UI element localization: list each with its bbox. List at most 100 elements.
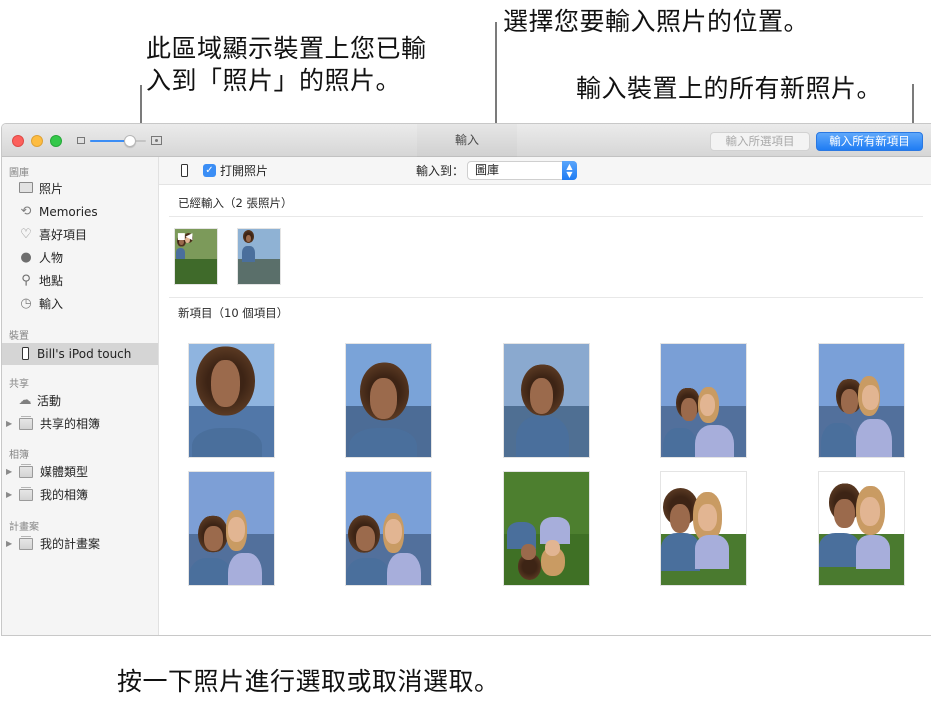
photo-figure-tshirt: [228, 553, 263, 585]
photo-figure-face: [834, 499, 855, 529]
photo-figure-jacket: [349, 427, 418, 457]
photo-figure-face: [529, 377, 554, 415]
sidebar-item-imports[interactable]: ◷ 輸入: [2, 293, 158, 315]
photo-figure-jacket: [242, 245, 255, 262]
open-photos-checkbox[interactable]: ✓: [203, 164, 216, 177]
chevron-updown-icon: ▲ ▼: [562, 161, 577, 180]
sidebar-item-my-albums[interactable]: ▶ 我的相簿: [2, 484, 158, 506]
photo-figure-face: [681, 398, 697, 421]
sidebar-item-label: 我的相簿: [40, 488, 89, 502]
import-selected-button[interactable]: 輸入所選項目: [710, 132, 810, 151]
photo-figure-jacket: [176, 247, 186, 259]
callout-import-destination: 選擇您要輸入照片的位置。: [503, 7, 810, 36]
sidebar-item-media-types[interactable]: ▶ 媒體類型: [2, 461, 158, 483]
photo-figure-jacket: [515, 416, 569, 457]
minimize-button[interactable]: [31, 135, 43, 147]
sidebar-item-label: 地點: [39, 274, 64, 288]
photo-ground: [238, 259, 280, 284]
sidebar-item-photos[interactable]: 照片: [2, 178, 158, 200]
disclosure-triangle-icon[interactable]: ▶: [6, 413, 12, 435]
disclosure-triangle-icon[interactable]: ▶: [6, 461, 12, 483]
import-destination-select[interactable]: 圖庫 ▲ ▼: [467, 161, 577, 180]
fullscreen-button[interactable]: [50, 135, 62, 147]
album-icon: [19, 464, 33, 478]
photo-figure-face: [211, 359, 240, 408]
open-photos-label[interactable]: 打開照片: [220, 157, 268, 185]
photo-thumbnail-two-girls-lying-smile[interactable]: [818, 471, 905, 586]
photo-figure-jacket: [819, 533, 860, 567]
sidebar-item-label: 喜好項目: [39, 228, 88, 242]
sidebar-item-ipod[interactable]: Bill's iPod touch: [2, 343, 158, 365]
callout-click-photos: 按一下照片進行選取或取消選取。: [117, 667, 500, 696]
sidebar-item-label: Bill's iPod touch: [37, 347, 132, 361]
photo-figure-jacket: [662, 427, 697, 457]
photo-thumbnail-two-girls-peace-sign[interactable]: [345, 471, 432, 586]
photo-thumbnail-girl-by-sea[interactable]: [237, 228, 281, 285]
sidebar-item-label: 人物: [39, 251, 64, 265]
photo-thumbnail-two-girls-lying-overhead[interactable]: [503, 471, 590, 586]
section-divider: [169, 216, 923, 217]
photo-figure-face: [841, 389, 859, 415]
person-icon: ●: [20, 250, 32, 265]
close-button[interactable]: [12, 135, 24, 147]
photo-figure-face: [356, 526, 375, 552]
photo-thumbnail-girl-looking-up[interactable]: [188, 343, 275, 458]
device-icon: [181, 164, 188, 177]
sidebar-item-activity[interactable]: ☁ 活動: [2, 390, 158, 412]
photo-figure-face2: [859, 496, 881, 527]
sidebar-item-label: 媒體類型: [40, 465, 89, 479]
photo-figure-face: [669, 503, 690, 533]
cloud-icon: ☁: [18, 393, 32, 408]
photo-figure-face: [204, 526, 223, 552]
photo-figure-jacket: [346, 557, 391, 585]
sidebar-item-my-projects[interactable]: ▶ 我的計畫案: [2, 533, 158, 555]
photo-figure-face: [521, 544, 537, 561]
photo-figure-face2: [385, 519, 403, 545]
photo-thumbnail-girl-smiling-sea[interactable]: [503, 343, 590, 458]
thumbnail-size-slider[interactable]: [90, 135, 146, 147]
sidebar-item-label: 我的計畫案: [40, 537, 101, 551]
photo-figure-tshirt: [386, 553, 421, 585]
photo-thumbnail-girl-flowers-on-eyes[interactable]: [345, 343, 432, 458]
photo-thumbnail-two-girls-flower-mouth[interactable]: [660, 471, 747, 586]
photos-import-window: 輸入 輸入所選項目 輸入所有新項目 圖庫 照片 ⟲ Memories ♡ 喜好項…: [1, 123, 931, 636]
sidebar: 圖庫 照片 ⟲ Memories ♡ 喜好項目 ● 人物 ⚲ 地點 ◷ 輸入 裝…: [2, 157, 159, 635]
photo-figure-tshirt: [695, 425, 735, 457]
section-divider: [169, 297, 923, 298]
photo-thumbnail-two-girls-selfie[interactable]: [188, 471, 275, 586]
clock-icon: ◷: [20, 296, 32, 311]
sidebar-item-favorites[interactable]: ♡ 喜好項目: [2, 224, 158, 246]
video-camera-icon: ■◀: [177, 232, 193, 242]
sidebar-item-people[interactable]: ● 人物: [2, 247, 158, 269]
photo-figure-jacket: [189, 557, 232, 585]
import-all-new-button[interactable]: 輸入所有新項目: [816, 132, 923, 151]
sidebar-item-label: 照片: [39, 182, 64, 196]
import-destination-value: 圖庫: [475, 163, 500, 177]
sidebar-item-memories[interactable]: ⟲ Memories: [2, 201, 158, 223]
photo-thumbnail-two-girls-sunglasses-kiss[interactable]: [660, 343, 747, 458]
sidebar-item-label: Memories: [39, 205, 98, 219]
sidebar-item-places[interactable]: ⚲ 地點: [2, 270, 158, 292]
album-icon: [19, 416, 33, 430]
disclosure-triangle-icon[interactable]: ▶: [6, 484, 12, 506]
photo-thumbnail-two-girls-lying-grass[interactable]: ■◀: [174, 228, 218, 285]
disclosure-triangle-icon[interactable]: ▶: [6, 533, 12, 555]
photo-thumbnail-two-girls-sunglasses-peace[interactable]: [818, 343, 905, 458]
memories-icon: ⟲: [20, 204, 32, 219]
photo-ground: [175, 259, 217, 284]
new-items-title: 新項目（10 個項目）: [178, 306, 289, 320]
album-icon: [19, 487, 33, 501]
sidebar-item-label: 輸入: [39, 297, 64, 311]
photo-figure-tshirt: [695, 535, 729, 570]
sidebar-item-shared-albums[interactable]: ▶ 共享的相簿: [2, 413, 158, 435]
slider-thumb[interactable]: [124, 135, 137, 147]
sidebar-header-shared: 共享: [9, 379, 29, 390]
sidebar-item-label: 共享的相簿: [40, 417, 101, 431]
callout-import-all: 輸入裝置上的所有新照片。: [576, 74, 883, 103]
photo-figure-jacket: [192, 427, 263, 457]
title-bar: 輸入 輸入所選項目 輸入所有新項目: [2, 124, 931, 157]
album-icon: [19, 536, 33, 550]
photo-figure-jacket: [820, 423, 857, 457]
device-icon: [22, 347, 29, 360]
sidebar-header-projects: 計畫案: [9, 522, 39, 533]
